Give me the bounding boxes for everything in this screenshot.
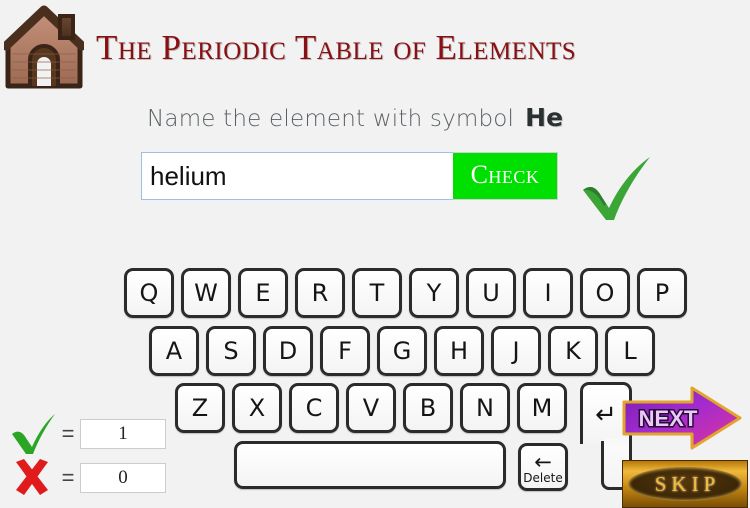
skip-oval: SKIP: [628, 467, 742, 501]
score-wrong-equals: =: [61, 465, 75, 490]
answer-input[interactable]: [141, 152, 453, 200]
key-k[interactable]: K: [548, 326, 598, 376]
skip-label: SKIP: [654, 471, 721, 496]
key-p[interactable]: P: [637, 268, 687, 318]
key-t[interactable]: T: [352, 268, 402, 318]
key-b[interactable]: B: [403, 383, 453, 433]
key-v[interactable]: V: [346, 383, 396, 433]
key-o[interactable]: O: [580, 268, 630, 318]
score-wrong-value: 0: [80, 463, 166, 493]
key-x[interactable]: X: [232, 383, 282, 433]
score-row-correct: = 1: [8, 412, 178, 456]
key-z[interactable]: Z: [175, 383, 225, 433]
key-r[interactable]: R: [295, 268, 345, 318]
question-prompt: Name the element with symbol He: [147, 103, 563, 132]
element-symbol: He: [525, 103, 564, 132]
page-title: The Periodic Table of Elements: [96, 28, 577, 67]
key-q[interactable]: Q: [124, 268, 174, 318]
key-i[interactable]: I: [523, 268, 573, 318]
green-check-icon: [8, 412, 56, 456]
score-row-wrong: = 0: [8, 456, 178, 500]
next-button[interactable]: NEXT: [618, 384, 746, 452]
skip-button[interactable]: SKIP: [622, 460, 748, 508]
key-m[interactable]: M: [517, 383, 567, 433]
keyboard-row-2: A S D F G H J K L: [149, 326, 655, 376]
keyboard-row-4: [234, 441, 506, 489]
home-icon[interactable]: [1, 2, 87, 90]
key-f[interactable]: F: [320, 326, 370, 376]
key-e[interactable]: E: [238, 268, 288, 318]
key-j[interactable]: J: [491, 326, 541, 376]
question-text: Name the element with symbol: [147, 106, 515, 132]
key-g[interactable]: G: [377, 326, 427, 376]
key-a[interactable]: A: [149, 326, 199, 376]
answer-feedback-check-icon: [573, 146, 657, 228]
key-d[interactable]: D: [263, 326, 313, 376]
score-correct-equals: =: [61, 421, 75, 446]
key-u[interactable]: U: [466, 268, 516, 318]
periodic-table-quiz-app: The Periodic Table of Elements Name the …: [0, 0, 750, 508]
key-space[interactable]: [234, 441, 506, 489]
key-s[interactable]: S: [206, 326, 256, 376]
header: The Periodic Table of Elements: [0, 0, 750, 92]
backspace-arrow-icon: ←: [534, 450, 552, 474]
score-correct-value: 1: [80, 419, 166, 449]
key-l[interactable]: L: [605, 326, 655, 376]
key-h[interactable]: H: [434, 326, 484, 376]
key-delete[interactable]: ← Delete: [518, 443, 568, 491]
key-n[interactable]: N: [460, 383, 510, 433]
keyboard-row-1: Q W E R T Y U I O P: [124, 268, 687, 318]
red-cross-icon: [8, 456, 56, 500]
key-delete-label: Delete: [523, 471, 563, 485]
answer-row: Check: [141, 152, 558, 200]
svg-text:NEXT: NEXT: [639, 406, 698, 431]
key-y[interactable]: Y: [409, 268, 459, 318]
check-button[interactable]: Check: [453, 152, 558, 200]
keyboard-row-3: Z X C V B N M: [175, 383, 567, 433]
key-w[interactable]: W: [181, 268, 231, 318]
score-panel: = 1 = 0: [8, 412, 178, 500]
key-c[interactable]: C: [289, 383, 339, 433]
